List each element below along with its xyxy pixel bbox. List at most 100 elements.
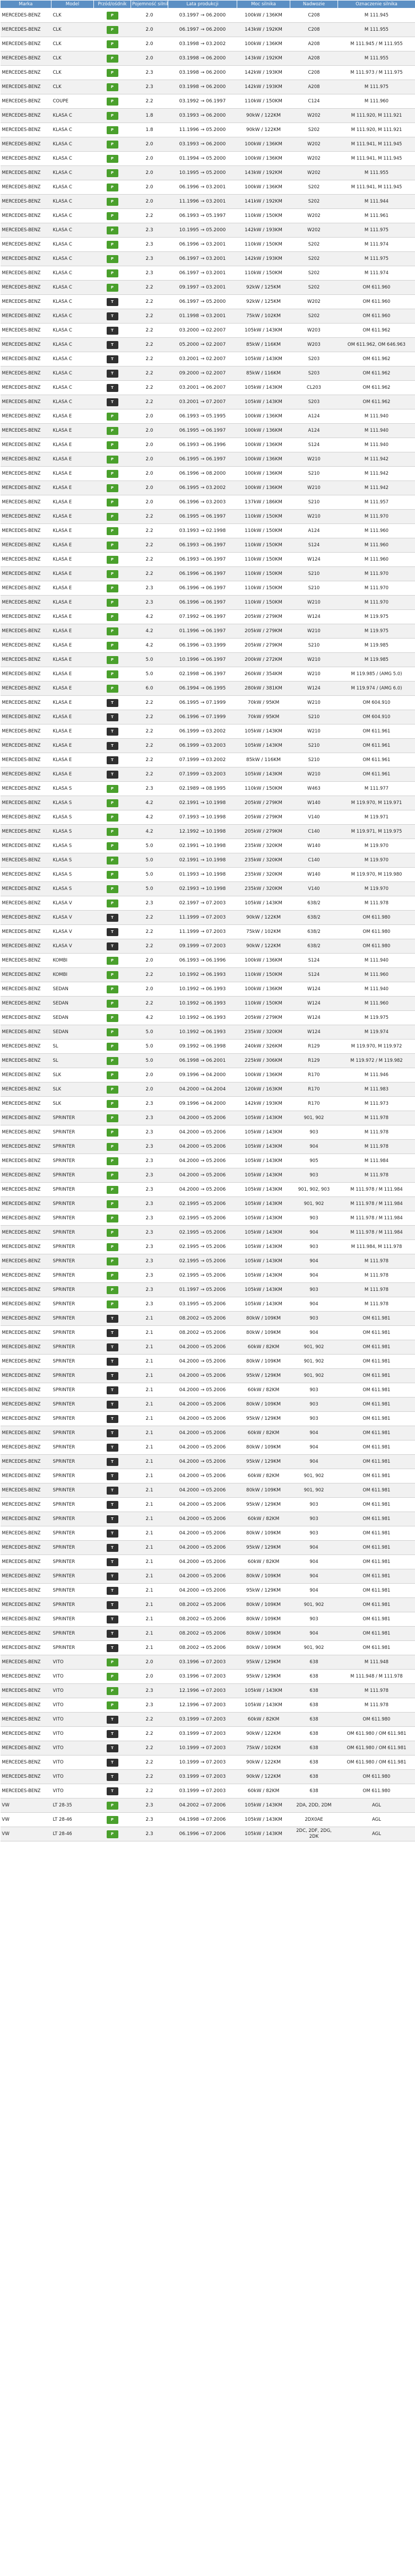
front-axle-icon: P — [106, 1071, 118, 1079]
header-years[interactable]: Lata produkcji — [168, 0, 237, 8]
table-row: MERCEDES-BENZ SEDAN P 5.0 10.1992 → 06.1993 2… — [0, 1025, 415, 1040]
cell-power: 95kW / 129KM — [237, 1497, 290, 1512]
cell-years: 04.2000 → 05.2006 — [168, 1440, 237, 1455]
cell-power: 105kW / 143KM — [237, 1182, 290, 1197]
cell-power: 120kW / 163KM — [237, 1082, 290, 1097]
cell-power: 95kW / 129KM — [237, 1368, 290, 1383]
cell-power: 225kW / 306KM — [237, 1053, 290, 1068]
cell-years: 03.1996 → 07.2003 — [168, 1655, 237, 1670]
cell-model: SPRINTER — [51, 1125, 94, 1140]
cell-years: 04.2000 → 05.2006 — [168, 1469, 237, 1483]
cell-engine-code: M 111.944 — [338, 194, 415, 209]
cell-brand: MERCEDES-BENZ — [0, 1239, 51, 1254]
cell-body: S202 — [290, 237, 338, 252]
front-axle-icon: P — [106, 269, 118, 277]
cell-body: 905 — [290, 1154, 338, 1168]
front-axle-icon: P — [106, 212, 118, 220]
cell-body: 2DX0AE — [290, 1812, 338, 1827]
cell-position: P — [93, 781, 131, 796]
front-axle-icon: P — [106, 97, 118, 106]
cell-brand: MERCEDES-BENZ — [0, 796, 51, 810]
cell-engine-code: M 119.974 / (AMG 6.0) — [338, 681, 415, 696]
cell-power: 110kW / 150KM — [237, 552, 290, 567]
front-axle-icon: P — [106, 1099, 118, 1108]
rear-axle-icon: T — [106, 727, 118, 736]
table-row: MERCEDES-BENZ KLASA E P 2.3 06.1996 → 06.199… — [0, 581, 415, 596]
front-axle-icon: P — [106, 1271, 118, 1280]
cell-position: T — [93, 1325, 131, 1340]
cell-body: 904 — [290, 1268, 338, 1283]
table-row: MERCEDES-BENZ KLASA C P 2.3 06.1996 → 03.200… — [0, 237, 415, 252]
cell-capacity: 5.0 — [131, 652, 168, 667]
cell-capacity: 4.2 — [131, 810, 168, 825]
cell-position: P — [93, 1655, 131, 1670]
cell-model: SPRINTER — [51, 1469, 94, 1483]
cell-capacity: 2.1 — [131, 1397, 168, 1412]
table-row: MERCEDES-BENZ KLASA E P 2.0 06.1996 → 08.200… — [0, 466, 415, 481]
front-axle-icon: P — [106, 1200, 118, 1208]
cell-body: 638 — [290, 1726, 338, 1741]
cell-brand: MERCEDES-BENZ — [0, 667, 51, 682]
front-axle-icon: P — [106, 1042, 118, 1051]
table-row: MERCEDES-BENZ SL P 5.0 06.1998 → 06.2001 225k… — [0, 1053, 415, 1068]
cell-capacity: 2.0 — [131, 953, 168, 968]
cell-brand: MERCEDES-BENZ — [0, 1254, 51, 1269]
cell-capacity: 2.2 — [131, 710, 168, 724]
cell-years: 06.1997 → 03.2001 — [168, 266, 237, 281]
header-engine-code[interactable]: Oznaczenie silnika — [338, 0, 415, 8]
header-capacity[interactable]: Pojemność silnika — [131, 0, 168, 8]
cell-capacity: 2.3 — [131, 65, 168, 80]
cell-engine-code: M 111.974 — [338, 237, 415, 252]
cell-engine-code: M 111.945 — [338, 8, 415, 23]
cell-power: 235kW / 320KM — [237, 853, 290, 868]
cell-engine-code: M 111.960 — [338, 967, 415, 982]
cell-brand: MERCEDES-BENZ — [0, 1010, 51, 1025]
cell-years: 10.1992 → 06.1993 — [168, 967, 237, 982]
header-power[interactable]: Moc silnika — [237, 0, 290, 8]
cell-position: P — [93, 466, 131, 481]
cell-years: 09.1996 → 04.2000 — [168, 1096, 237, 1111]
cell-years: 06.1997 → 06.2000 — [168, 22, 237, 37]
cell-model: SPRINTER — [51, 1512, 94, 1526]
cell-capacity: 2.2 — [131, 939, 168, 954]
cell-brand: MERCEDES-BENZ — [0, 65, 51, 80]
cell-power: 80kW / 109KM — [237, 1311, 290, 1326]
header-position[interactable]: Przód/ośdnik — [93, 0, 131, 8]
cell-body: W210 — [290, 695, 338, 710]
header-body[interactable]: Nadwozie — [290, 0, 338, 8]
cell-position: T — [93, 309, 131, 324]
cell-model: CLK — [51, 80, 94, 94]
header-brand[interactable]: Marka — [0, 0, 51, 8]
cell-body: 638 — [290, 1741, 338, 1756]
cell-position: P — [93, 8, 131, 23]
cell-position: P — [93, 1669, 131, 1684]
cell-body: R129 — [290, 1039, 338, 1054]
front-axle-icon: P — [106, 512, 118, 521]
cell-brand: MERCEDES-BENZ — [0, 380, 51, 395]
rear-axle-icon: T — [106, 1357, 118, 1366]
cell-body: S210 — [290, 738, 338, 753]
cell-brand: MERCEDES-BENZ — [0, 1640, 51, 1655]
rear-axle-icon: T — [106, 1457, 118, 1466]
cell-model: SPRINTER — [51, 1268, 94, 1283]
cell-body: 638 — [290, 1784, 338, 1798]
header-model[interactable]: Model — [51, 0, 94, 8]
cell-power: 100kW / 136KM — [237, 452, 290, 467]
cell-capacity: 2.2 — [131, 924, 168, 939]
cell-power: 100kW / 136KM — [237, 180, 290, 195]
cell-capacity: 2.2 — [131, 94, 168, 109]
cell-brand: MERCEDES-BENZ — [0, 337, 51, 352]
table-row: MERCEDES-BENZ SEDAN P 2.2 10.1992 → 06.1993 1… — [0, 996, 415, 1011]
cell-years: 06.1995 → 03.2002 — [168, 481, 237, 495]
cell-position: P — [93, 824, 131, 839]
cell-model: VITO — [51, 1698, 94, 1713]
rear-axle-icon: T — [106, 312, 118, 320]
cell-body: 904 — [290, 1454, 338, 1469]
cell-model: KLASA C — [51, 208, 94, 223]
table-row: MERCEDES-BENZ KLASA E T 2.2 07.1999 → 03.200… — [0, 753, 415, 767]
cell-brand: MERCEDES-BENZ — [0, 1569, 51, 1584]
cell-body: S210 — [290, 581, 338, 596]
cell-position: P — [93, 1168, 131, 1183]
cell-years: 02.1991 → 10.1998 — [168, 839, 237, 853]
front-axle-icon: P — [106, 570, 118, 578]
